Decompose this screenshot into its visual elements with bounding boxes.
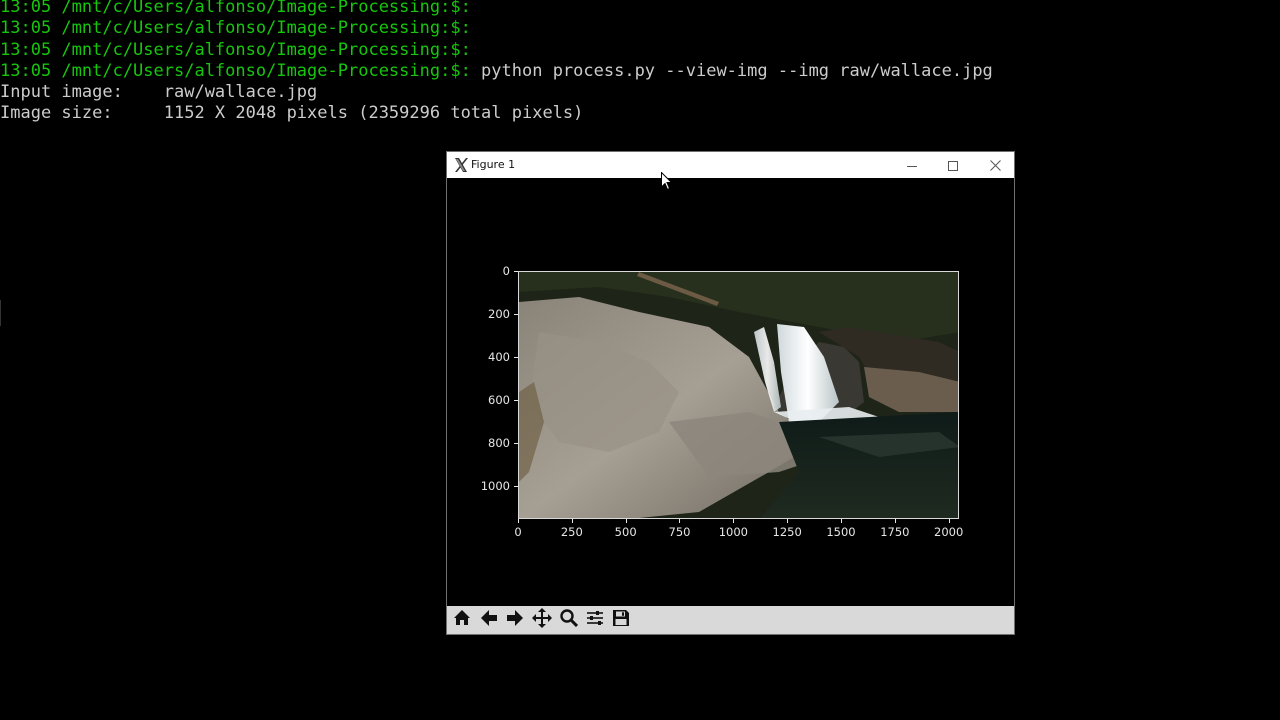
- back-button[interactable]: [477, 608, 501, 632]
- mouse-pointer-icon: [661, 171, 673, 195]
- x-tick-label: 1000: [718, 525, 748, 539]
- x-tick-mark: [840, 519, 842, 523]
- x-tick-mark: [679, 519, 681, 523]
- x-tick-mark: [571, 519, 573, 523]
- y-tick-label: 400: [488, 350, 510, 365]
- y-tick-label: 200: [488, 307, 510, 322]
- save-button[interactable]: [609, 608, 633, 632]
- forward-icon: [506, 609, 524, 631]
- x-tick-label: 500: [614, 525, 637, 539]
- terminal-prompt: 13:05 /mnt/c/Users/alfonso/Image-Process…: [0, 60, 471, 81]
- x-tick-label: 2000: [934, 525, 964, 539]
- y-tick-mark: [514, 357, 518, 359]
- back-icon: [480, 609, 498, 631]
- terminal-scroll-marker: [0, 300, 1, 326]
- close-icon: [989, 156, 1001, 175]
- y-tick-mark: [514, 443, 518, 445]
- terminal-line: 13:05 /mnt/c/Users/alfonso/Image-Process…: [0, 40, 993, 61]
- terminal-prompt: 13:05 /mnt/c/Users/alfonso/Image-Process…: [0, 39, 471, 60]
- figure-window[interactable]: Figure 1 0 200 400 600 800 1000 0 250 50…: [446, 151, 1015, 635]
- x-tick-mark: [787, 519, 789, 523]
- terminal-prompt: 13:05 /mnt/c/Users/alfonso/Image-Process…: [0, 18, 471, 39]
- home-button[interactable]: [450, 608, 474, 632]
- y-tick-mark: [514, 271, 518, 272]
- y-tick-mark: [514, 486, 518, 488]
- terminal-command-line: 13:05 /mnt/c/Users/alfonso/Image-Process…: [0, 61, 993, 82]
- x-tick-mark: [625, 519, 627, 523]
- x-tick-mark: [733, 519, 735, 523]
- x-tick-label: 750: [668, 525, 691, 539]
- matplotlib-toolbar: [447, 606, 1014, 634]
- x-tick-label: 1750: [880, 525, 910, 539]
- y-tick-label: 0: [502, 264, 510, 278]
- figure-canvas[interactable]: 0 200 400 600 800 1000 0 250 500 750 1000 1250 1500 1…: [447, 178, 1014, 606]
- x-tick-label: 250: [560, 525, 583, 539]
- maximize-icon: [948, 156, 958, 175]
- x-tick-mark: [948, 519, 950, 523]
- terminal-line: 13:05 /mnt/c/Users/alfonso/Image-Process…: [0, 0, 993, 18]
- configure-subplots-button[interactable]: [583, 608, 607, 632]
- terminal-prompt: 13:05 /mnt/c/Users/alfonso/Image-Process…: [0, 0, 471, 17]
- x-logo-icon: [453, 157, 469, 173]
- save-icon: [612, 609, 630, 631]
- x-tick-label: 0: [514, 525, 522, 539]
- terminal-output-line: Input image: raw/wallace.jpg: [0, 82, 318, 103]
- forward-button[interactable]: [503, 608, 527, 632]
- minimize-button[interactable]: [891, 152, 933, 178]
- y-tick-label: 600: [488, 393, 510, 408]
- terminal-line: 13:05 /mnt/c/Users/alfonso/Image-Process…: [0, 18, 993, 39]
- x-tick-label: 1500: [826, 525, 856, 539]
- configure-subplots-icon: [586, 609, 604, 631]
- x-tick-label: 1250: [772, 525, 802, 539]
- pan-button[interactable]: [530, 608, 554, 632]
- y-tick-mark: [514, 400, 518, 402]
- close-button[interactable]: [974, 152, 1016, 178]
- x-tick-mark: [894, 519, 896, 523]
- x-tick-mark: [518, 519, 519, 523]
- minimize-icon: [907, 156, 917, 175]
- y-tick-label: 800: [488, 436, 510, 451]
- zoom-button[interactable]: [557, 608, 581, 632]
- y-tick-mark: [514, 314, 518, 316]
- maximize-button[interactable]: [932, 152, 974, 178]
- waterfall-image: [518, 271, 959, 519]
- y-tick-label: 1000: [480, 479, 510, 494]
- home-icon: [453, 609, 471, 631]
- zoom-icon: [560, 609, 579, 631]
- terminal-command: python process.py --view-img --img raw/w…: [470, 60, 993, 81]
- window-title: Figure 1: [471, 158, 516, 171]
- pan-icon: [532, 608, 552, 632]
- terminal-output-line: Image size: 1152 X 2048 pixels (2359296 …: [0, 103, 584, 124]
- window-titlebar[interactable]: Figure 1: [447, 152, 1014, 178]
